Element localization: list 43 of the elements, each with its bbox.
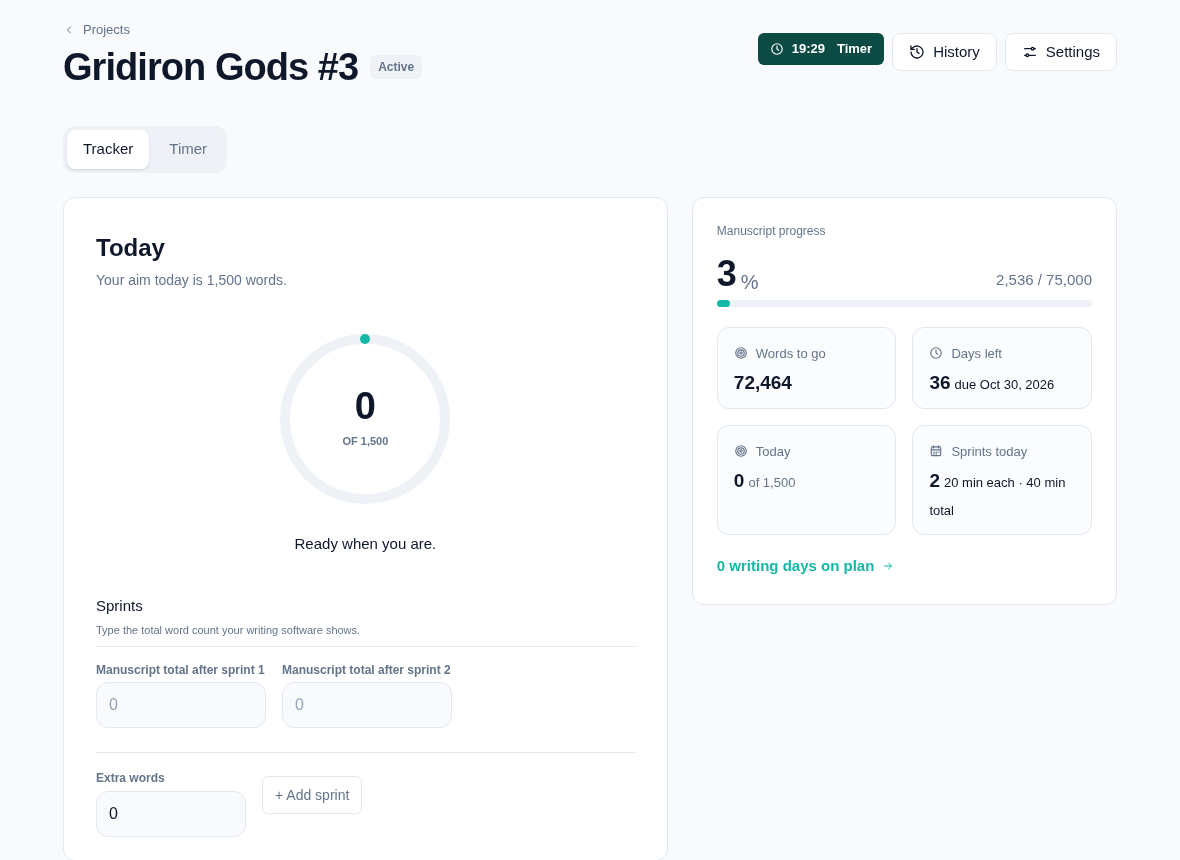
- stat-label: Days left: [951, 344, 1002, 363]
- tab[interactable]: Tracker: [67, 130, 150, 169]
- stat-value: 2 20 min each · 40 min total: [929, 469, 1067, 520]
- word-count: 0: [354, 387, 376, 426]
- ring-dot: [360, 333, 371, 344]
- settings-button[interactable]: Settings: [1004, 33, 1117, 71]
- input-field[interactable]: 0: [282, 682, 452, 728]
- history-button[interactable]: History: [892, 33, 997, 71]
- status-message: Ready when you are.: [293, 533, 438, 554]
- stat-label: Words to go: [755, 344, 826, 363]
- percent-unit: %: [740, 271, 759, 292]
- add-sprint-button[interactable]: + Add sprint: [262, 776, 363, 814]
- goal-caption: OF 1,500: [342, 434, 389, 450]
- word-total: 2,536 / 75,000: [996, 270, 1092, 290]
- project-title: Gridiron Gods #3: [63, 44, 359, 90]
- field-label: Manuscript total after sprint 2: [282, 663, 452, 678]
- clock-icon: [769, 42, 784, 56]
- section-hint: Type the total word count your writing software shows.: [96, 622, 362, 638]
- card-subtitle: Your aim today is 1,500 words.: [96, 270, 288, 290]
- stat-value: 0 of 1,500: [733, 469, 797, 493]
- stat-value: 36 due Oct 30, 2026: [929, 371, 1056, 395]
- stat-label: Sprints today: [951, 442, 1028, 461]
- clock-icon: [929, 346, 944, 361]
- stat-value: 72,464: [733, 371, 793, 395]
- target-icon: [733, 346, 748, 361]
- status-badge: Active: [370, 55, 423, 80]
- field-label: Extra words: [96, 770, 166, 787]
- card-heading: Today: [96, 232, 166, 263]
- history-icon: [909, 44, 926, 60]
- settings-icon: [1021, 44, 1038, 60]
- input-field[interactable]: 0: [96, 791, 246, 837]
- calendar-icon: [929, 444, 944, 459]
- target-icon: [733, 444, 748, 459]
- breadcrumb-link[interactable]: Projects: [83, 20, 130, 40]
- timer-button[interactable]: 19:29 Timer: [757, 33, 885, 65]
- percent-value: 3: [716, 255, 737, 292]
- card-label: Manuscript progress: [716, 222, 827, 240]
- field-label: Manuscript total after sprint 1: [96, 663, 266, 678]
- stat-label: Today: [755, 442, 791, 461]
- tab[interactable]: Timer: [153, 130, 224, 169]
- section-heading: Sprints: [96, 596, 144, 616]
- arrow-icon: [882, 559, 895, 572]
- input-field[interactable]: 0: [96, 682, 266, 728]
